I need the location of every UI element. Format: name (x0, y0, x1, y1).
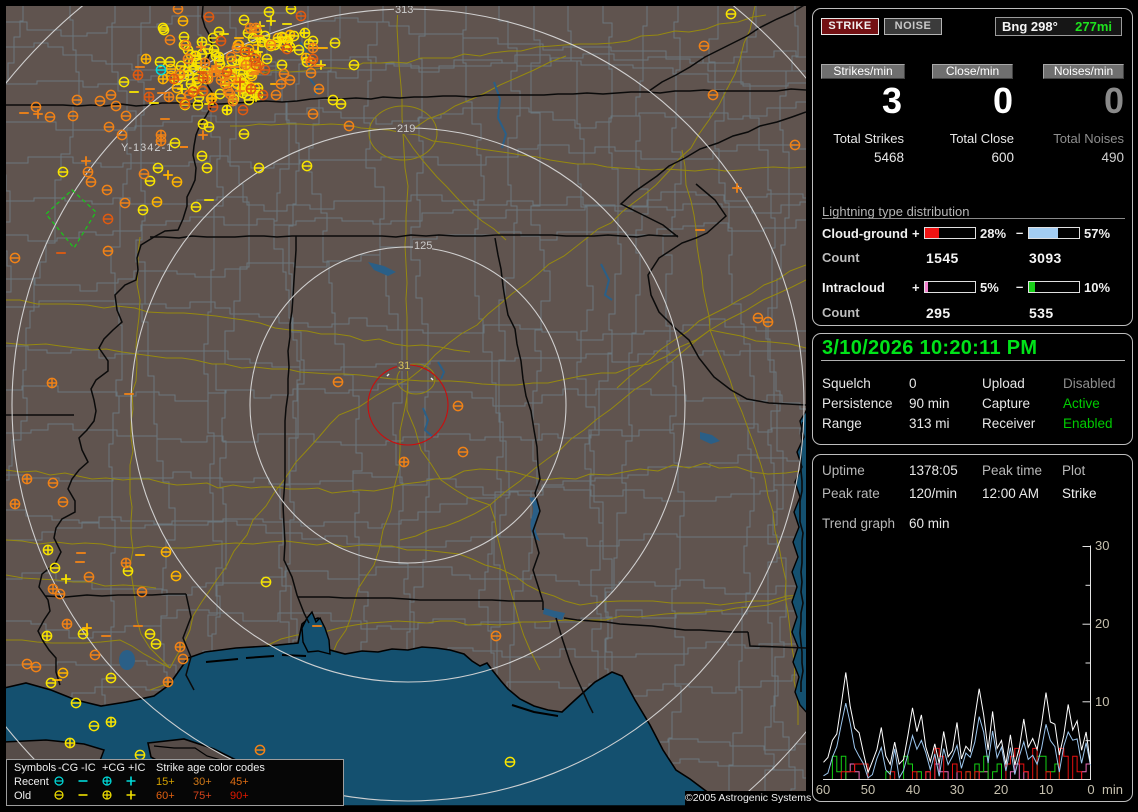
svg-text:125: 125 (414, 240, 432, 252)
svg-text:313: 313 (395, 6, 413, 16)
svg-text:219: 219 (397, 123, 415, 135)
svg-text:30: 30 (1095, 538, 1109, 553)
svg-text:60: 60 (816, 782, 830, 797)
svg-text:50: 50 (861, 782, 875, 797)
svg-text:min: min (1102, 782, 1123, 797)
svg-text:20: 20 (994, 782, 1008, 797)
svg-text:20: 20 (1095, 616, 1109, 631)
svg-text:0: 0 (1087, 782, 1094, 797)
svg-text:10: 10 (1095, 694, 1109, 709)
svg-text:31: 31 (398, 360, 410, 372)
svg-text:30: 30 (950, 782, 964, 797)
svg-text:10: 10 (1039, 782, 1053, 797)
svg-text:40: 40 (906, 782, 920, 797)
